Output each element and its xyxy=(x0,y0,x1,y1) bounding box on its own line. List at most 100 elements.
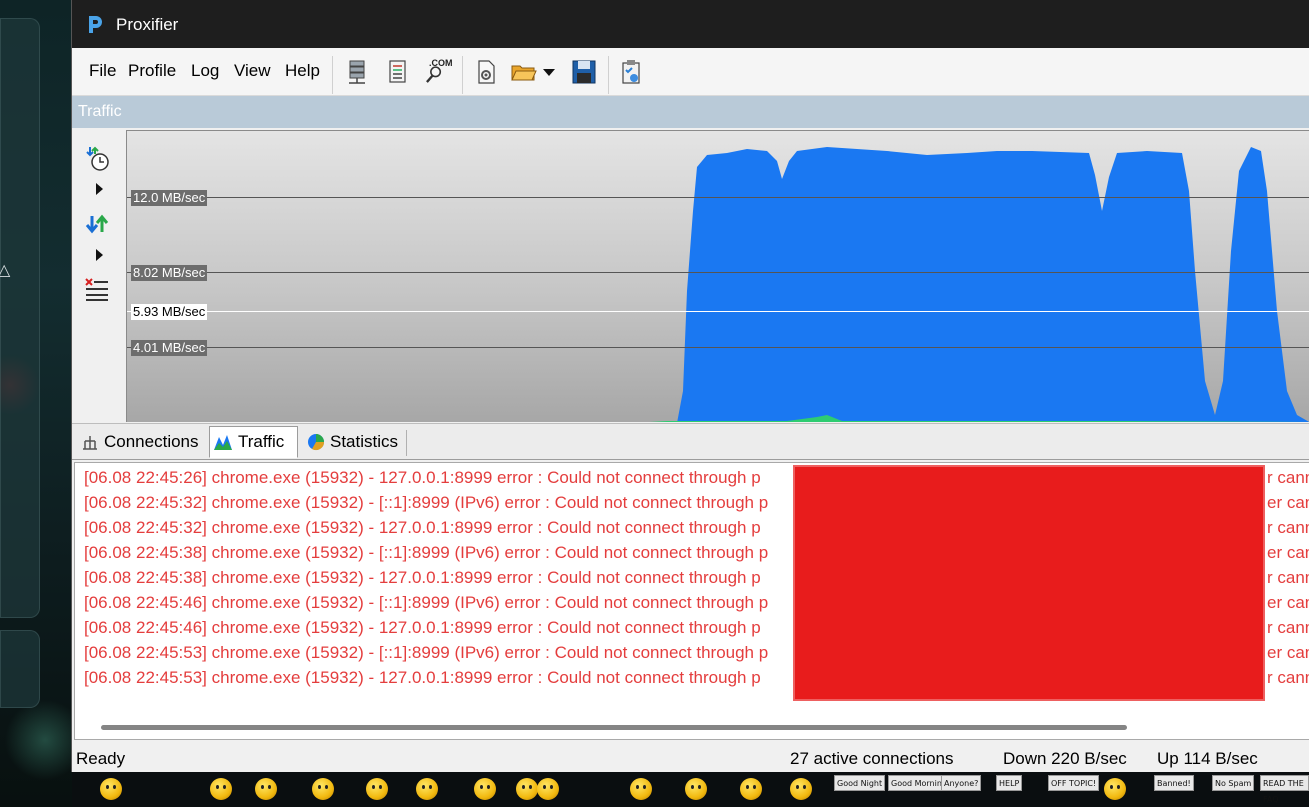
taskbar-sign[interactable]: Banned! xyxy=(1154,775,1194,791)
log-line-tail: er can xyxy=(1267,543,1309,562)
smiley-icon[interactable] xyxy=(685,778,707,800)
log-line: [06.08 22:45:38] chrome.exe (15932) - [:… xyxy=(84,543,769,562)
title-bar[interactable]: Proxifier xyxy=(72,0,1309,48)
log-line: [06.08 22:45:53] chrome.exe (15932) - [:… xyxy=(84,643,769,662)
taskbar-sign[interactable]: OFF TOPIC! xyxy=(1048,775,1100,791)
smiley-icon[interactable] xyxy=(740,778,762,800)
log-line: [06.08 22:45:46] chrome.exe (15932) - [:… xyxy=(84,593,769,612)
log-line-tail: r cann xyxy=(1267,618,1309,637)
taskbar-sign[interactable]: No Spam xyxy=(1212,775,1255,791)
smiley-icon[interactable] xyxy=(1104,778,1126,800)
floppy-disk-icon xyxy=(572,60,596,84)
panel-tabs: Connections Traffic Statistics xyxy=(72,423,1309,460)
clock-arrows-icon xyxy=(86,146,109,171)
log-view[interactable]: [06.08 22:45:26] chrome.exe (15932) - 12… xyxy=(74,462,1309,740)
traffic-graph: 12.0 MB/sec 8.02 MB/sec 5.93 MB/sec 4.01… xyxy=(126,130,1309,422)
status-text: Ready xyxy=(76,749,126,768)
clipboard-check-icon xyxy=(622,60,640,84)
log-line-tail: r cann xyxy=(1267,568,1309,587)
traffic-panel-header: Traffic xyxy=(72,96,1309,128)
log-line: [06.08 22:45:46] chrome.exe (15932) - 12… xyxy=(84,618,761,637)
smiley-icon[interactable] xyxy=(516,778,538,800)
smiley-icon[interactable] xyxy=(474,778,496,800)
smiley-icon[interactable] xyxy=(255,778,277,800)
tab-divider xyxy=(406,430,407,456)
graph-gridline xyxy=(127,197,1309,198)
graph-gridline-current xyxy=(127,311,1309,312)
chevron-down-icon[interactable] xyxy=(543,69,555,76)
tab-statistics[interactable]: Statistics xyxy=(300,427,406,459)
profile-checker-button[interactable] xyxy=(617,58,645,86)
proxification-rules-button[interactable] xyxy=(384,58,412,86)
save-profile-button[interactable] xyxy=(570,58,598,86)
smiley-icon[interactable] xyxy=(312,778,334,800)
expand-arrow-icon[interactable] xyxy=(96,183,103,195)
toolbar-separator xyxy=(608,56,609,94)
tab-connections[interactable]: Connections xyxy=(74,427,208,459)
traffic-direction-button[interactable] xyxy=(84,212,110,238)
proxifier-window: Proxifier File Profile Log View Help .CO… xyxy=(71,0,1309,772)
clear-list-icon xyxy=(85,278,108,301)
menu-log[interactable]: Log xyxy=(190,60,220,82)
refresh-interval-button[interactable] xyxy=(84,146,110,172)
smiley-icon[interactable] xyxy=(416,778,438,800)
horizontal-scrollbar[interactable] xyxy=(101,725,1127,730)
pie-chart-icon xyxy=(308,434,325,451)
expand-arrow-icon[interactable] xyxy=(96,249,103,261)
taskbar-sign[interactable]: Good Night xyxy=(834,775,886,791)
log-line-tail: er can xyxy=(1267,493,1309,512)
log-line: [06.08 22:45:32] chrome.exe (15932) - [:… xyxy=(84,493,769,512)
menu-profile[interactable]: Profile xyxy=(127,60,177,82)
tab-label: Traffic xyxy=(238,432,285,451)
name-resolution-button[interactable]: .COM xyxy=(423,58,455,86)
toolbar-separator xyxy=(332,56,333,94)
traffic-side-toolbar xyxy=(72,130,126,422)
graph-level-label: 12.0 MB/sec xyxy=(131,190,208,206)
connections-icon xyxy=(83,436,97,450)
log-line-tail: r cann xyxy=(1267,668,1309,687)
tab-traffic[interactable]: Traffic xyxy=(209,426,298,458)
graph-gridline xyxy=(127,272,1309,273)
log-line-tail: er can xyxy=(1267,593,1309,612)
active-connections-count: 27 active connections xyxy=(790,749,954,768)
toolbar-separator xyxy=(462,56,463,94)
graph-level-label: 8.02 MB/sec xyxy=(131,265,208,281)
taskbar-sign[interactable]: HELP xyxy=(996,775,1023,791)
smiley-icon[interactable] xyxy=(366,778,388,800)
taskbar-sign[interactable]: Anyone? xyxy=(941,775,982,791)
proxy-servers-button[interactable] xyxy=(344,58,372,86)
clear-graph-button[interactable] xyxy=(84,276,110,302)
smiley-icon[interactable] xyxy=(790,778,812,800)
menu-file[interactable]: File xyxy=(88,60,117,82)
smiley-icon[interactable] xyxy=(630,778,652,800)
log-line-tail: r cann xyxy=(1267,518,1309,537)
menu-help[interactable]: Help xyxy=(284,60,321,82)
menu-view[interactable]: View xyxy=(233,60,272,82)
download-rate: Down 220 B/sec xyxy=(1003,749,1127,768)
log-line: [06.08 22:45:26] chrome.exe (15932) - 12… xyxy=(84,468,761,487)
graph-level-label: 4.01 MB/sec xyxy=(131,340,208,356)
desktop-side-panel xyxy=(0,18,40,618)
tab-label: Statistics xyxy=(330,432,399,451)
redaction-box xyxy=(793,465,1265,701)
menu-bar: File Profile Log View Help .COM xyxy=(72,48,1309,96)
desktop-side-panel-lower xyxy=(0,630,40,708)
smiley-icon[interactable] xyxy=(100,778,122,800)
upload-rate: Up 114 B/sec xyxy=(1157,749,1258,768)
proxifier-logo-icon xyxy=(89,16,102,33)
magnifier-icon xyxy=(426,66,442,83)
log-line-tail: er can xyxy=(1267,643,1309,662)
taskbar-sign[interactable]: READ THE FAQ xyxy=(1260,775,1309,804)
tab-label: Connections xyxy=(104,432,199,451)
log-line: [06.08 22:45:32] chrome.exe (15932) - 12… xyxy=(84,518,761,537)
smiley-icon[interactable] xyxy=(537,778,559,800)
log-line-tail: r cann xyxy=(1267,468,1309,487)
graph-gridline xyxy=(127,347,1309,348)
smiley-icon[interactable] xyxy=(210,778,232,800)
traffic-graph-plot xyxy=(649,147,1309,422)
download-traffic-area xyxy=(677,147,1309,422)
log-line: [06.08 22:45:38] chrome.exe (15932) - 12… xyxy=(84,568,761,587)
open-profile-button[interactable] xyxy=(510,58,538,86)
window-title: Proxifier xyxy=(116,15,179,34)
advanced-settings-button[interactable] xyxy=(472,58,500,86)
